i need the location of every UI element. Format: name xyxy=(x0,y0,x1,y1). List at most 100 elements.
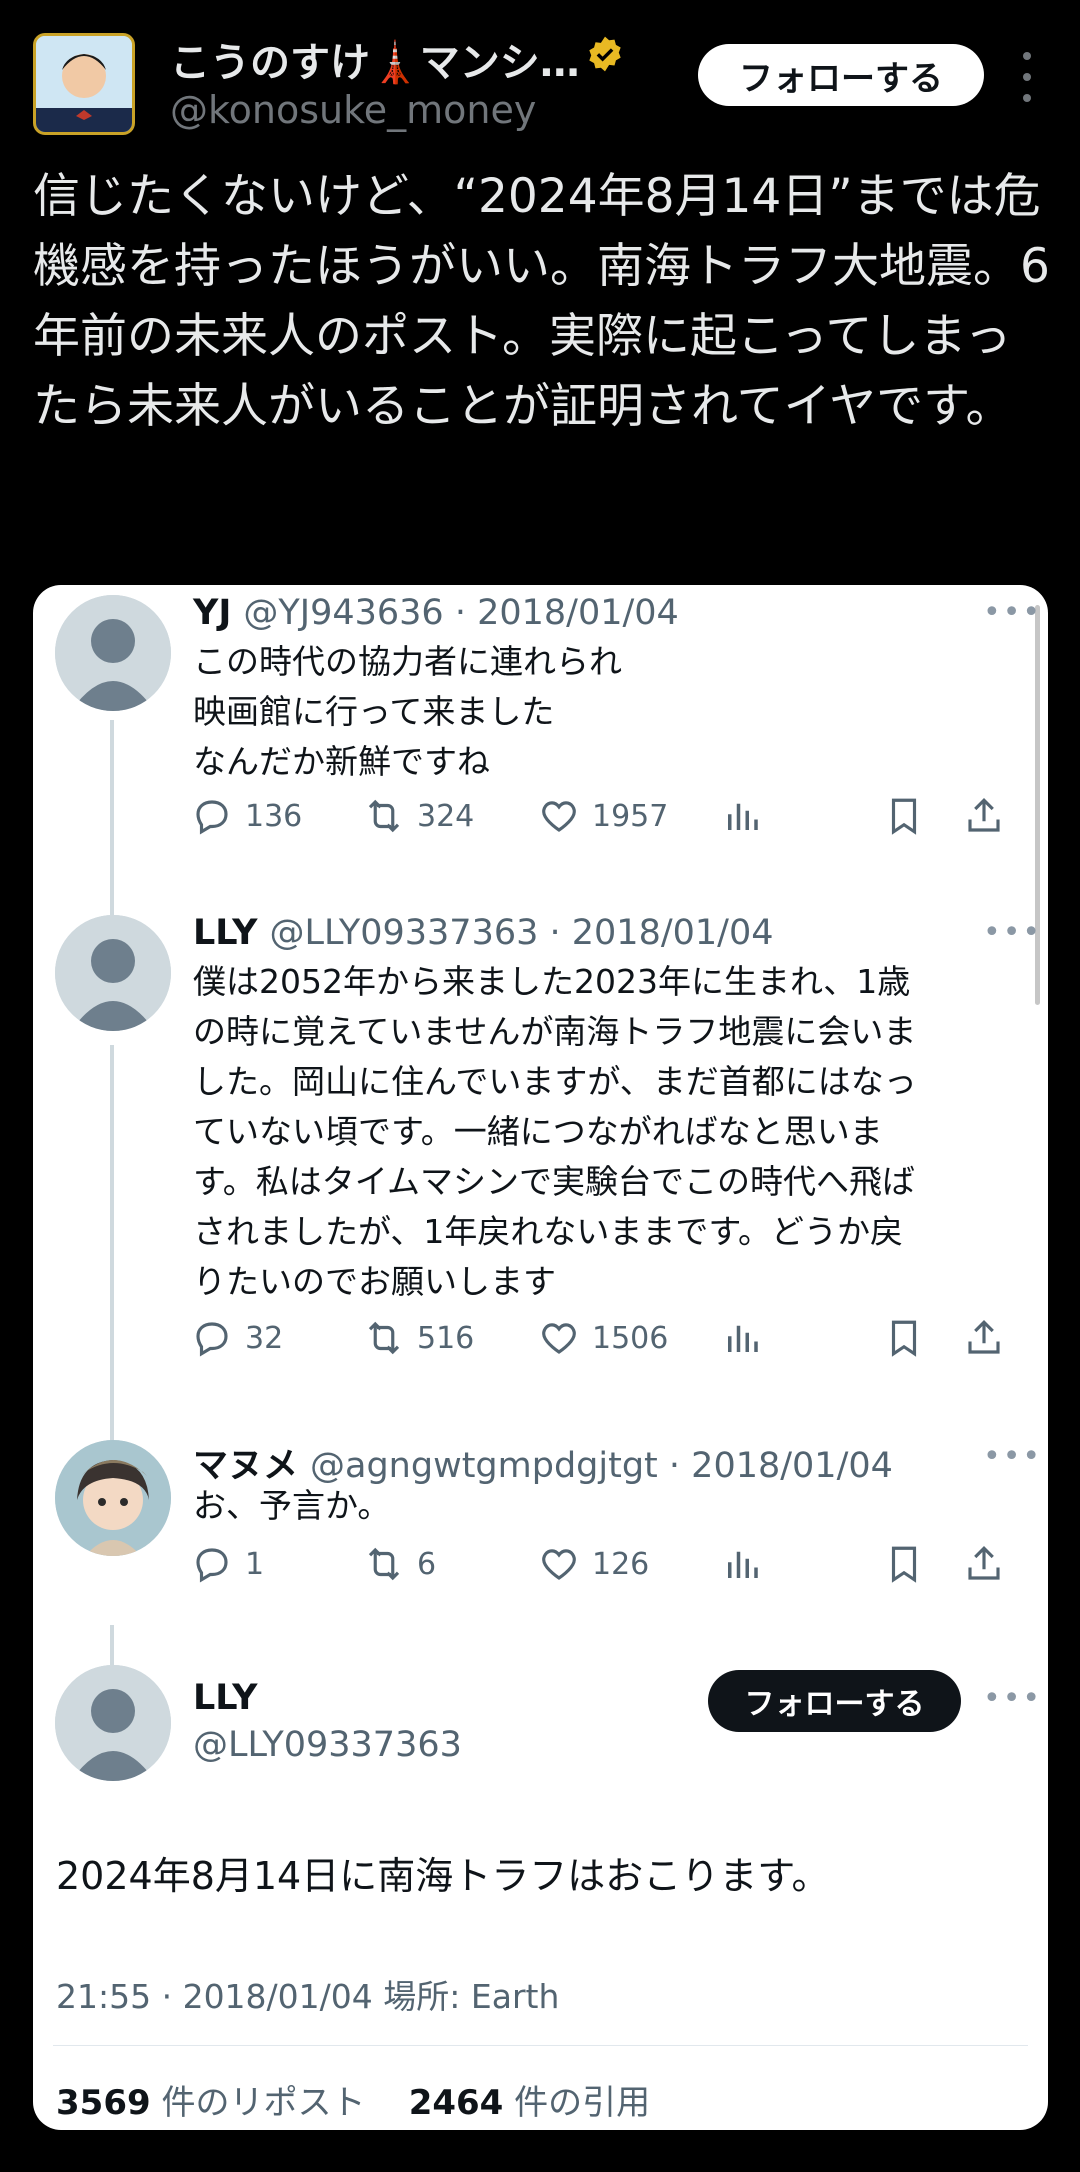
analytics-icon xyxy=(728,803,758,830)
repost-count: 324 xyxy=(417,798,475,834)
tweet-line: なんだか新鮮ですね xyxy=(193,742,490,781)
tweet-text: 僕は2052年から来ました2023年に生まれ、1歳 の時に覚えていませんが南海ト… xyxy=(193,957,917,1307)
reply-icon xyxy=(196,800,228,835)
quotes-stat[interactable]: 2464 件の引用 xyxy=(409,2083,650,2123)
tweet-actions: 136 324 1957 xyxy=(33,795,1048,845)
analytics-icon xyxy=(728,1551,758,1578)
share-icon xyxy=(968,1320,1000,1354)
tweet-line: りたいのでお願いします xyxy=(193,1262,556,1301)
reply-button[interactable]: 32 xyxy=(191,1317,283,1359)
reply-count: 1 xyxy=(245,1546,265,1582)
bookmark-button[interactable] xyxy=(883,1543,925,1585)
tweet-timestamp-location[interactable]: 21:55 · 2018/01/04 場所: Earth xyxy=(56,1970,559,2018)
repost-count: 6 xyxy=(417,1546,437,1582)
more-options-icon[interactable]: ••• xyxy=(983,915,1042,950)
quotes-count: 2464 xyxy=(408,2083,504,2123)
repost-button[interactable]: 6 xyxy=(363,1543,436,1585)
like-count: 1957 xyxy=(592,798,669,834)
like-count: 1506 xyxy=(592,1320,669,1356)
author-avatar[interactable] xyxy=(33,33,135,135)
tweet-date[interactable]: · 2018/01/04 xyxy=(550,913,774,953)
repost-button[interactable]: 516 xyxy=(363,1317,474,1359)
views-button[interactable] xyxy=(721,1317,763,1359)
tweet-date[interactable]: · 2018/01/04 xyxy=(669,1446,893,1486)
post-text: 信じたくないけど、“2024年8月14日”までは危機感を持ったほうがいい。南海ト… xyxy=(33,169,1050,434)
user-handle[interactable]: @YJ943636 xyxy=(243,593,443,633)
divider xyxy=(53,2045,1028,2046)
user-name[interactable]: マヌメ xyxy=(193,1446,298,1486)
tweet-header: LLY @LLY09337363 · 2018/01/04 xyxy=(193,913,774,953)
reply-icon xyxy=(196,1548,228,1583)
like-button[interactable]: 1957 xyxy=(538,795,668,837)
author-name-text: こうのすけ🗼マンシ… xyxy=(170,40,580,86)
follow-button[interactable]: フォローする xyxy=(698,44,984,106)
tweet-text: お、予言か。 xyxy=(193,1481,390,1531)
tweet-line: 映画館に行って来ました xyxy=(193,692,555,731)
more-options-icon[interactable]: ••• xyxy=(983,1681,1042,1716)
reply-count: 136 xyxy=(245,798,303,834)
author-handle[interactable]: @konosuke_money xyxy=(170,88,536,132)
verified-badge-icon xyxy=(586,35,624,83)
user-handle[interactable]: @agngwtgmpdgjtgt xyxy=(310,1446,658,1486)
reply-icon xyxy=(196,1322,228,1357)
tweet-line: この時代の協力者に連れられ xyxy=(193,642,622,681)
user-handle[interactable]: @LLY09337363 xyxy=(193,1725,462,1765)
tweet-line: 僕は2052年から来ました2023年に生まれ、1歳 xyxy=(193,962,911,1001)
share-icon xyxy=(968,1546,1000,1580)
heart-icon xyxy=(542,801,576,832)
user-name[interactable]: YJ xyxy=(193,593,231,633)
repost-icon xyxy=(368,1321,400,1355)
bookmark-icon xyxy=(891,1320,917,1357)
like-button[interactable]: 1506 xyxy=(538,1317,668,1359)
share-button[interactable] xyxy=(963,1317,1005,1359)
follow-button[interactable]: フォローする xyxy=(708,1670,961,1732)
reply-button[interactable]: 136 xyxy=(191,795,302,837)
reposts-count: 3569 xyxy=(56,2083,151,2123)
reply-button[interactable]: 1 xyxy=(191,1543,264,1585)
thread-connector xyxy=(110,1625,114,1665)
avatar[interactable] xyxy=(55,915,171,1031)
repost-icon xyxy=(368,799,400,833)
tweet-line: ていない頃です。一緒につながればなと思いま xyxy=(193,1112,883,1151)
reposts-stat[interactable]: 3569 件のリポスト xyxy=(56,2083,365,2123)
tweet-line: の時に覚えていませんが南海トラフ地震に会いま xyxy=(193,1012,917,1051)
user-name[interactable]: LLY xyxy=(193,913,258,953)
share-button[interactable] xyxy=(963,1543,1005,1585)
tweet-text: この時代の協力者に連れられ 映画館に行って来ました なんだか新鮮ですね xyxy=(193,637,622,787)
tweet-date[interactable]: · 2018/01/04 xyxy=(455,593,679,633)
user-name[interactable]: LLY xyxy=(193,1678,258,1718)
like-button[interactable]: 126 xyxy=(538,1543,649,1585)
analytics-icon xyxy=(728,1325,758,1352)
more-options-icon[interactable]: ••• xyxy=(983,595,1042,630)
tweet-line: されましたが、1年戻れないままです。どうか戻 xyxy=(193,1212,904,1251)
author-name[interactable]: こうのすけ🗼マンシ… xyxy=(170,30,624,88)
focused-tweet-text: 2024年8月14日に南海トラフはおこります。 xyxy=(56,1854,830,1898)
thread-connector xyxy=(110,1045,114,1495)
share-button[interactable] xyxy=(963,795,1005,837)
repost-icon xyxy=(368,1547,400,1581)
bookmark-icon xyxy=(891,1546,917,1583)
like-count: 126 xyxy=(592,1546,650,1582)
quoted-thread-card[interactable]: YJ @YJ943636 · 2018/01/04 ••• この時代の協力者に連れ… xyxy=(33,585,1048,2130)
more-options-icon[interactable] xyxy=(1015,52,1039,102)
heart-icon xyxy=(542,1549,576,1580)
avatar[interactable] xyxy=(55,595,171,711)
tweet-actions: 1 6 126 xyxy=(33,1543,1048,1593)
repost-count: 516 xyxy=(417,1320,475,1356)
bookmark-button[interactable] xyxy=(883,1317,925,1359)
heart-icon xyxy=(542,1323,576,1354)
engagement-stats: 3569 件のリポスト 2464 件の引用 xyxy=(56,2075,650,2124)
reply-count: 32 xyxy=(245,1320,284,1356)
more-options-icon[interactable]: ••• xyxy=(983,1439,1042,1474)
avatar[interactable] xyxy=(55,1440,171,1556)
views-button[interactable] xyxy=(721,795,763,837)
tweet-line: した。岡山に住んでいますが、まだ首都にはなっ xyxy=(193,1062,917,1101)
avatar[interactable] xyxy=(55,1665,171,1781)
tweet-header: YJ @YJ943636 · 2018/01/04 xyxy=(193,593,679,633)
bookmark-button[interactable] xyxy=(883,795,925,837)
user-handle[interactable]: @LLY09337363 xyxy=(270,913,539,953)
reposts-label: 件のリポスト xyxy=(161,2083,366,2123)
views-button[interactable] xyxy=(721,1543,763,1585)
tweet-line: す。私はタイムマシンで実験台でこの時代へ飛ば xyxy=(193,1162,916,1201)
repost-button[interactable]: 324 xyxy=(363,795,474,837)
